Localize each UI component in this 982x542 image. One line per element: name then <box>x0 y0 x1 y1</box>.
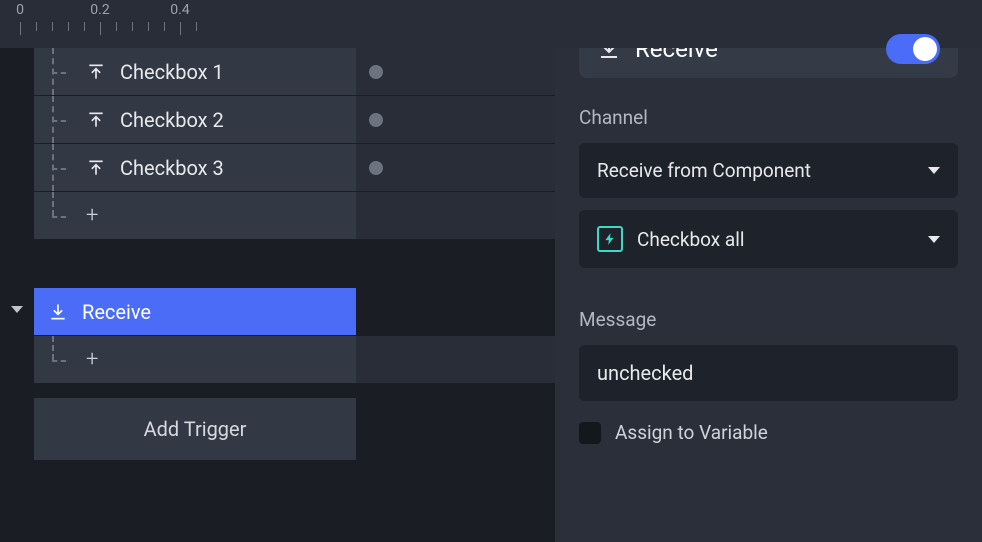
add-child-row[interactable]: + <box>34 336 555 384</box>
timeline-ruler[interactable]: 0 0.2 0.4 <box>0 0 982 48</box>
chevron-down-icon[interactable] <box>11 306 23 313</box>
tree-connector <box>48 96 72 143</box>
send-icon <box>86 62 106 82</box>
chevron-down-icon <box>928 167 940 174</box>
child-row-checkbox-2[interactable]: Checkbox 2 <box>34 96 555 144</box>
spacer <box>0 240 555 288</box>
tree-connector <box>48 336 72 383</box>
keyframe-icon[interactable] <box>369 161 383 175</box>
send-icon <box>86 158 106 178</box>
enable-toggle[interactable] <box>886 34 940 64</box>
tree-connector <box>48 144 72 191</box>
message-section-label: Message <box>579 308 958 331</box>
child-label: Checkbox 3 <box>120 156 224 180</box>
channel-select[interactable]: Receive from Component <box>579 143 958 198</box>
ruler-ticks <box>0 22 982 36</box>
timeline-track <box>356 192 555 239</box>
message-input[interactable]: unchecked <box>579 345 958 401</box>
timeline-track[interactable] <box>356 144 555 191</box>
plus-icon[interactable]: + <box>86 347 98 372</box>
child-row-checkbox-1[interactable]: Checkbox 1 <box>34 48 555 96</box>
trigger-receive-header[interactable]: Receive <box>34 288 356 335</box>
child-row-checkbox-3[interactable]: Checkbox 3 <box>34 144 555 192</box>
bolt-icon <box>597 226 623 252</box>
add-child-row[interactable]: + <box>34 192 555 240</box>
keyframe-icon[interactable] <box>369 65 383 79</box>
timeline-track[interactable] <box>356 96 555 143</box>
component-select[interactable]: Checkbox all <box>579 210 958 268</box>
trigger-label: Receive <box>82 300 151 324</box>
child-label: Checkbox 1 <box>120 60 224 84</box>
chevron-down-icon <box>928 236 940 243</box>
trigger-header-row-selected[interactable]: Receive 0 0.2 0.4 <box>34 288 555 336</box>
timeline-track[interactable] <box>356 48 555 95</box>
timeline-track <box>356 336 555 383</box>
trigger-list-panel: Receive 0 0.2 0.4 <box>0 0 555 542</box>
keyframe-icon[interactable] <box>369 113 383 127</box>
assign-label: Assign to Variable <box>615 421 768 444</box>
child-label: Checkbox 2 <box>120 108 224 132</box>
inspector-panel: Receive Channel Receive from Component C… <box>555 0 982 542</box>
tree-connector <box>48 192 72 239</box>
expand-caret-col <box>0 288 34 460</box>
plus-icon[interactable]: + <box>86 203 98 228</box>
channel-section-label: Channel <box>579 106 958 129</box>
trigger-block-receive-2: Receive 0 0.2 0.4 <box>0 288 555 460</box>
tree-connector <box>48 48 72 95</box>
receive-icon <box>48 302 68 322</box>
add-trigger-button[interactable]: Add Trigger <box>34 398 356 460</box>
send-icon <box>86 110 106 130</box>
assign-checkbox[interactable] <box>579 422 601 444</box>
assign-variable-row[interactable]: Assign to Variable <box>579 421 958 444</box>
